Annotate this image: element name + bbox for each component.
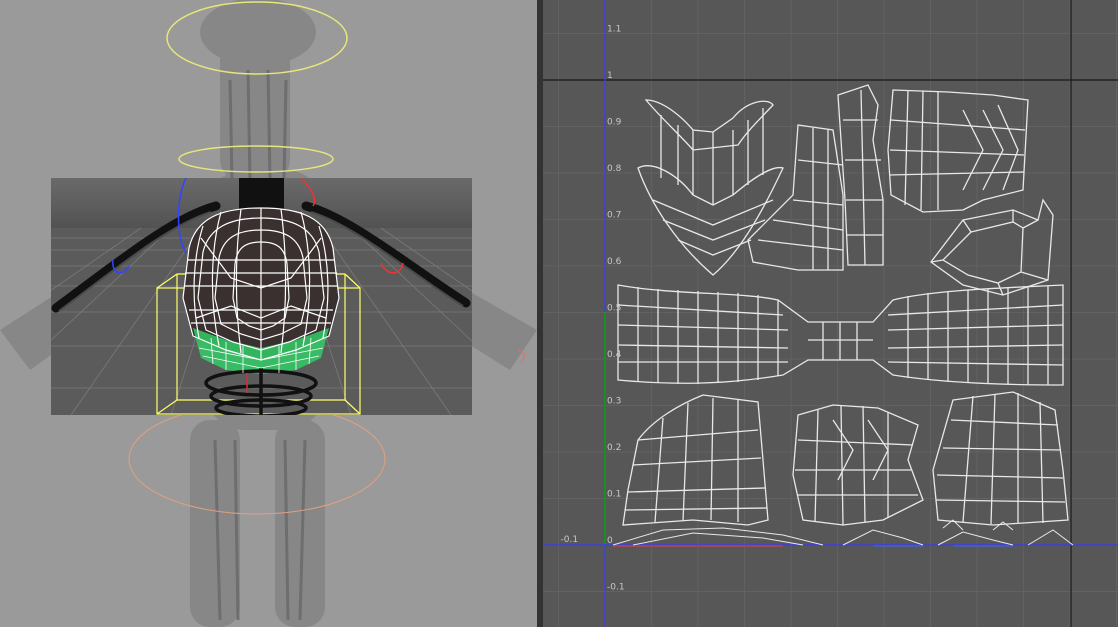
v-axis-tick-labels: 1.1 1 0.9 0.8 0.7 0.6 0.5 0.4 0.3 0.2 0.1 0 -0.1 xyxy=(607,25,625,593)
v-tick-label: 0.5 xyxy=(607,304,621,314)
v-tick-label: 0.1 xyxy=(607,490,621,500)
v-tick-label: 0.3 xyxy=(607,397,621,407)
uv-editor-panel[interactable]: 1.1 1 0.9 0.8 0.7 0.6 0.5 0.4 0.3 0.2 0.1 0 -0.1 -0.… xyxy=(543,0,1118,627)
v-tick-label: 0.6 xyxy=(607,257,622,267)
uv-shell-shoulder xyxy=(887,89,1029,213)
uv-shell-ring xyxy=(930,198,1054,296)
v-tick-label: 0 xyxy=(607,536,613,546)
uv-grid xyxy=(543,0,1118,627)
uv-shell-back-middle xyxy=(792,404,924,526)
uv-shell-back-right xyxy=(932,391,1069,526)
camera-inset-view[interactable] xyxy=(51,178,472,415)
u-axis-tick-labels: -0.1 xyxy=(561,535,579,545)
3d-viewport[interactable] xyxy=(0,0,537,627)
v-tick-label: 0.9 xyxy=(607,118,622,128)
uv-shell-back-left xyxy=(622,394,769,526)
v-tick-label: 0.2 xyxy=(607,443,621,453)
inset-canvas[interactable] xyxy=(51,178,472,415)
uv-shell-side xyxy=(747,84,884,271)
v-tick-label: 0.8 xyxy=(607,164,622,174)
u-tick-label: -0.1 xyxy=(561,535,579,545)
uv-canvas[interactable]: 1.1 1 0.9 0.8 0.7 0.6 0.5 0.4 0.3 0.2 0.1 0 -0.1 -0.… xyxy=(543,0,1118,627)
v-tick-label: 1 xyxy=(607,71,613,81)
uv-shell-belt xyxy=(617,284,1064,386)
uv-0-1-border xyxy=(543,0,1118,627)
v-tick-label: -0.1 xyxy=(607,583,625,593)
v-tick-label: 0.4 xyxy=(607,350,622,360)
v-tick-label: 0.7 xyxy=(607,211,621,221)
v-tick-label: 1.1 xyxy=(607,25,621,35)
uv-shells xyxy=(612,84,1074,546)
